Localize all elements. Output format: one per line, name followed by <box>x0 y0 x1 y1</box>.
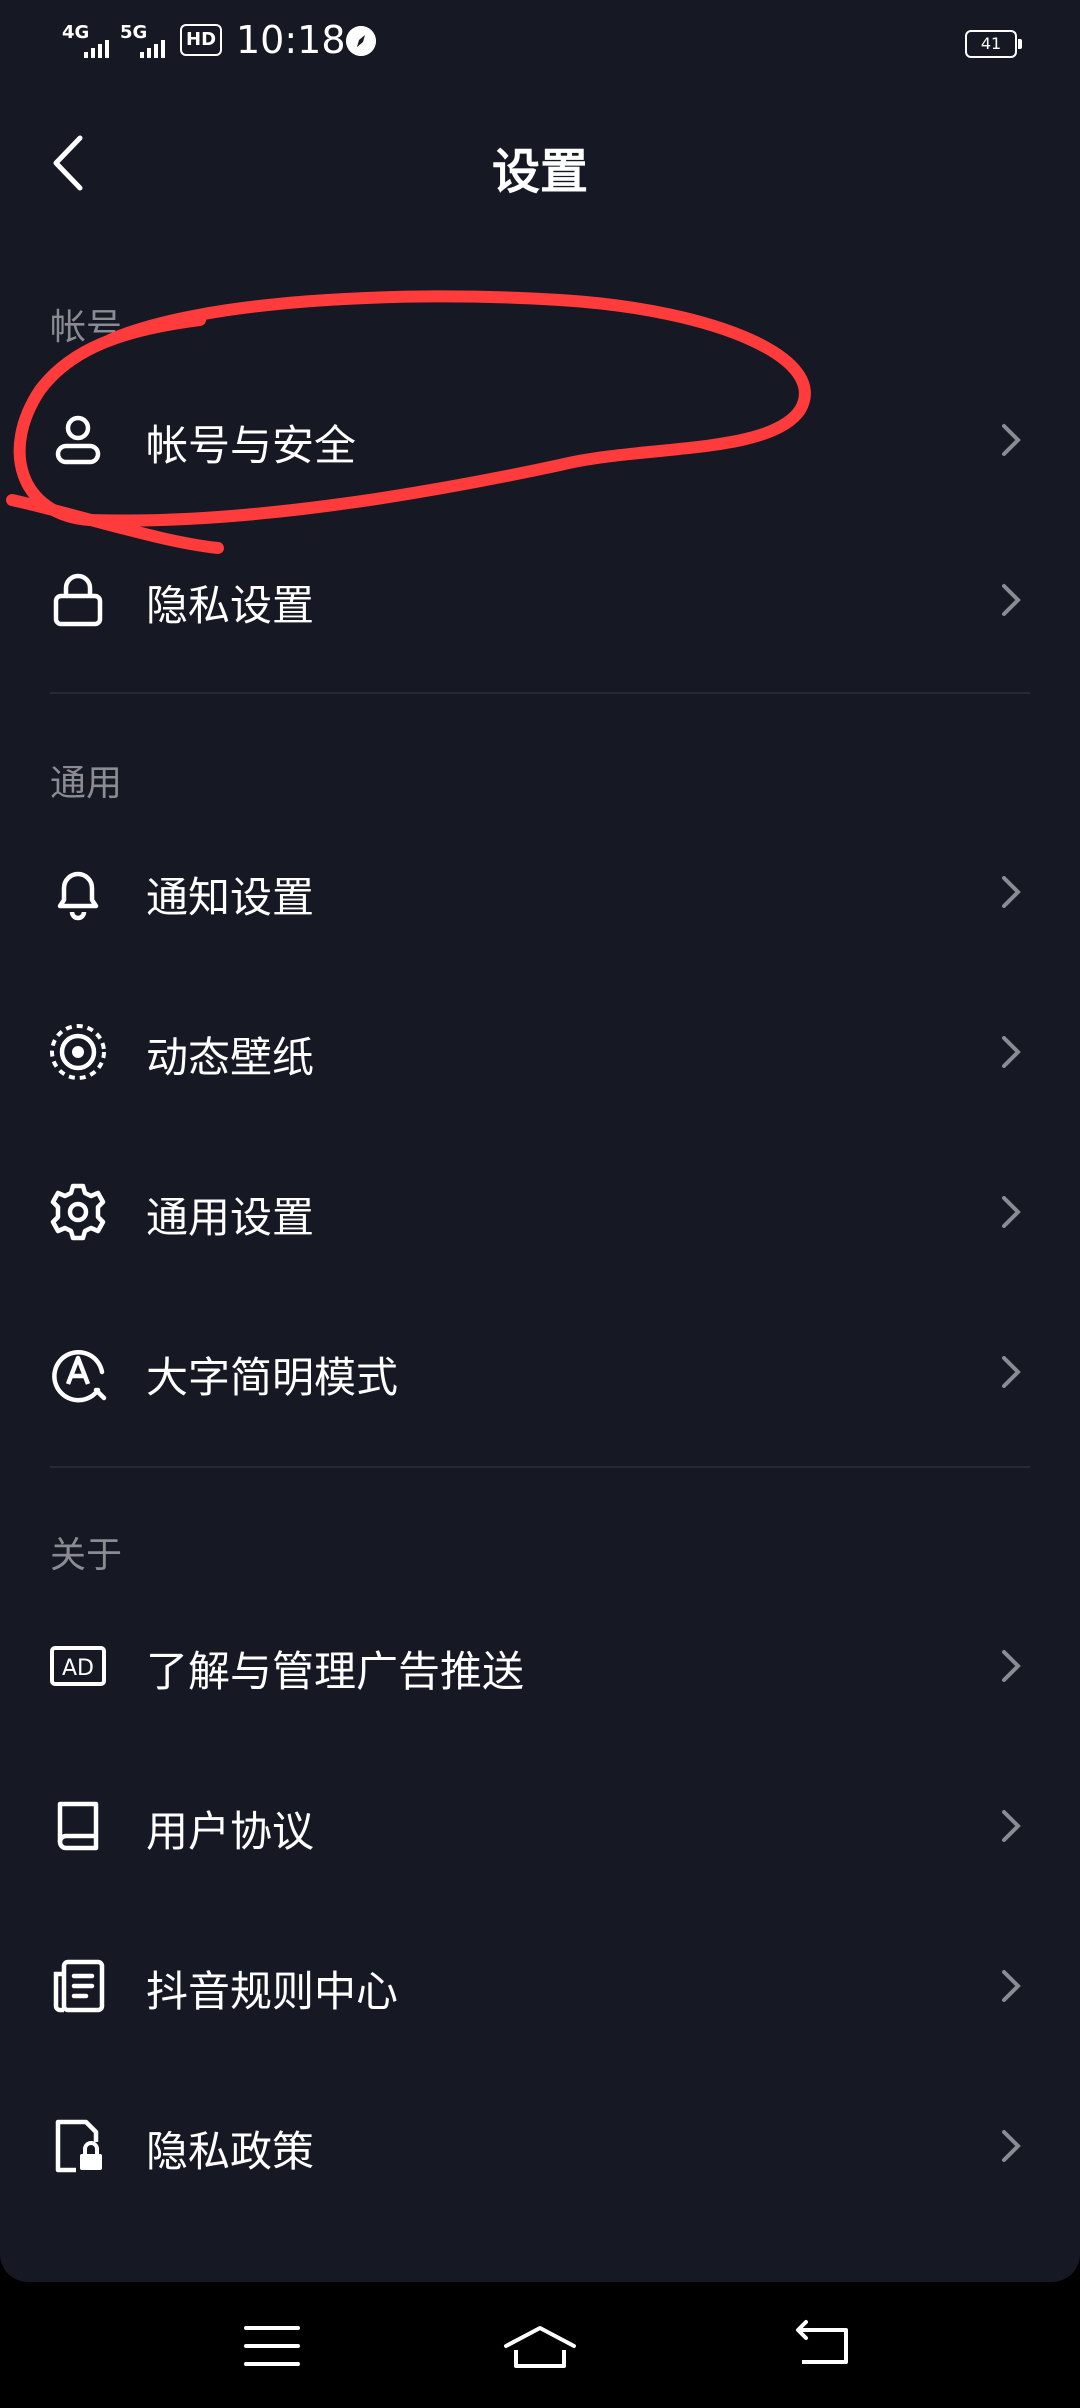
gear-icon <box>50 1183 106 1241</box>
settings-item-label: 隐私设置 <box>146 581 315 630</box>
section-label-general: 通用 <box>50 763 123 804</box>
hd-voice-indicator: HD <box>180 24 223 56</box>
settings-item-label: 大字简明模式 <box>146 1353 399 1402</box>
svg-text:AD: AD <box>62 1656 94 1681</box>
settings-item-label: 通知设置 <box>146 873 315 922</box>
settings-item-large-font-mode[interactable]: 大字简明模式 <box>0 1296 1080 1446</box>
status-time: 10:18 <box>236 18 346 62</box>
settings-item-privacy-policy[interactable]: 隐私政策 <box>0 2070 1080 2220</box>
chevron-right-icon <box>1002 1036 1021 1068</box>
chevron-right-icon <box>1002 876 1021 908</box>
settings-item-label: 帐号与安全 <box>146 421 357 470</box>
chevron-right-icon <box>1002 584 1021 616</box>
settings-item-account-security[interactable]: 帐号与安全 <box>0 364 1080 514</box>
chevron-right-icon <box>1002 1970 1021 2002</box>
user-icon <box>55 415 101 465</box>
chevron-right-icon <box>1002 1196 1021 1228</box>
system-nav-bar <box>0 2282 1080 2408</box>
battery-indicator: 41 <box>965 30 1022 58</box>
top-nav-bar: 设置 <box>0 110 1080 220</box>
privacy-policy-icon <box>55 2119 102 2173</box>
settings-item-user-agreement[interactable]: 用户协议 <box>0 1750 1080 1900</box>
settings-item-general[interactable]: 通用设置 <box>0 1136 1080 1286</box>
settings-item-label: 隐私政策 <box>146 2127 315 2176</box>
book-icon <box>57 1801 99 1851</box>
menu-icon[interactable] <box>232 2306 312 2386</box>
signal-icon <box>84 40 109 58</box>
font-size-icon <box>52 1349 107 1403</box>
document-icon <box>53 1959 105 2013</box>
page-title: 设置 <box>491 144 588 200</box>
back-nav-icon[interactable] <box>782 2306 862 2386</box>
signal-icon-2 <box>140 40 165 58</box>
chevron-right-icon <box>1002 424 1021 456</box>
settings-item-rules-center[interactable]: 抖音规则中心 <box>0 1910 1080 2060</box>
wallpaper-icon <box>50 1024 106 1080</box>
ad-icon: AD <box>50 1646 106 1686</box>
chevron-right-icon <box>1002 1356 1021 1388</box>
section-label-account: 帐号 <box>50 307 123 348</box>
settings-item-ad-management[interactable]: AD 了解与管理广告推送 <box>0 1590 1080 1740</box>
settings-item-wallpaper[interactable]: 动态壁纸 <box>0 976 1080 1126</box>
section-divider <box>50 692 1030 694</box>
section-label-about: 关于 <box>50 1535 123 1576</box>
settings-item-notifications[interactable]: 通知设置 <box>0 816 1080 966</box>
settings-item-label: 通用设置 <box>146 1193 315 1242</box>
settings-screen: 4G 5G HD 10:18 41 设置 帐号 帐号与安全 隐私设置 通用 通知… <box>0 0 1080 2282</box>
bell-icon <box>57 871 99 921</box>
home-icon[interactable] <box>500 2306 580 2386</box>
chevron-right-icon <box>1002 1650 1021 1682</box>
settings-item-label: 了解与管理广告推送 <box>146 1647 525 1696</box>
settings-item-privacy[interactable]: 隐私设置 <box>0 524 1080 674</box>
section-divider <box>50 1466 1030 1468</box>
chevron-right-icon <box>1002 2130 1021 2162</box>
chevron-right-icon <box>1002 1810 1021 1842</box>
settings-item-label: 动态壁纸 <box>146 1033 315 1082</box>
settings-item-label: 抖音规则中心 <box>146 1967 399 2016</box>
lock-icon <box>53 573 103 627</box>
status-bar: 4G 5G HD 10:18 41 <box>0 0 1080 84</box>
compass-icon <box>346 26 376 56</box>
settings-item-label: 用户协议 <box>146 1807 315 1856</box>
